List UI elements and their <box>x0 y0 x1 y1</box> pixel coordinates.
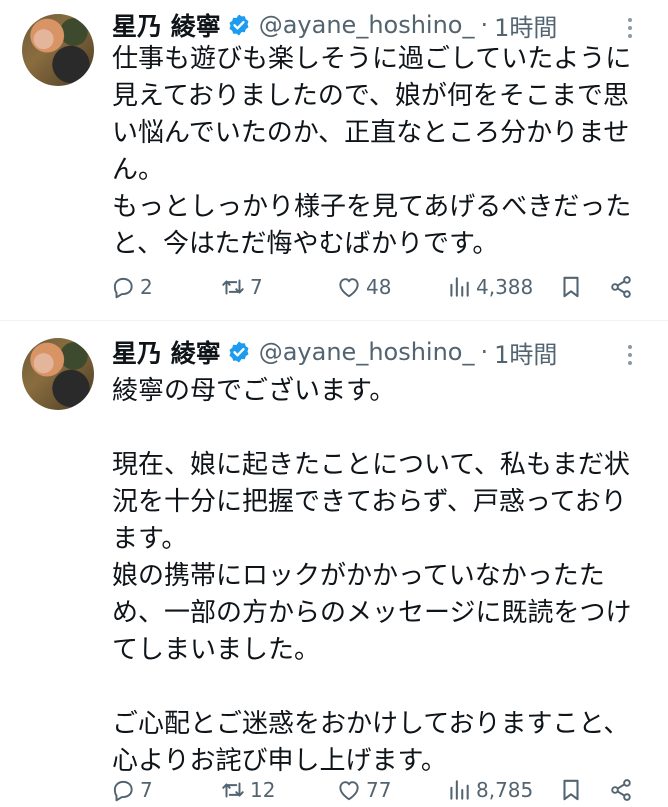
author-name[interactable]: 星乃 綾寧 <box>112 7 221 43</box>
separator-dot: · <box>480 11 489 39</box>
like-count: 77 <box>366 778 392 802</box>
repost-icon <box>222 782 244 798</box>
bookmark-icon <box>563 779 579 801</box>
tweet-line: ご心配とご迷惑をおかけしておりますこと、 <box>112 709 630 739</box>
tweet-text: 綾寧の母でございます。 現在、娘に起きたことについて、私もまだ状 況を十分に把握… <box>112 373 647 780</box>
share-icon <box>611 779 631 801</box>
repost-button[interactable]: 7 <box>220 271 263 303</box>
bookmark-icon <box>563 276 579 298</box>
tweet-line: 綾寧の母でございます。 <box>112 376 396 406</box>
like-count: 48 <box>366 275 392 299</box>
reply-icon <box>113 277 133 299</box>
tweet-line: 現在、娘に起きたことについて、私もまだ状 <box>112 450 630 480</box>
tweet-line: ます。 <box>112 524 188 554</box>
tweet-line: い悩んでいたのか、正直なところ分かりませ <box>112 118 630 148</box>
bookmark-button[interactable] <box>558 774 584 806</box>
like-button[interactable]: 77 <box>336 774 391 806</box>
like-icon <box>339 278 359 298</box>
repost-count: 7 <box>250 275 263 299</box>
verified-badge-icon <box>229 341 249 363</box>
tweet-header: 星乃 綾寧 @ayane_hoshino_ · 1時間 <box>112 8 557 42</box>
verified-badge-icon <box>229 14 249 36</box>
views-count: 4,388 <box>476 275 534 299</box>
views-button[interactable]: 8,785 <box>446 774 533 806</box>
like-button[interactable]: 48 <box>336 271 391 303</box>
bookmark-button[interactable] <box>558 271 584 303</box>
tweet-text: 仕事も遊びも楽しそうに過ごしていたように 見えておりましたので、娘が何をそこまで… <box>112 41 647 263</box>
repost-count: 12 <box>250 778 276 802</box>
more-icon[interactable] <box>618 343 642 367</box>
separator-dot: · <box>480 338 489 366</box>
author-handle[interactable]: @ayane_hoshino_ <box>259 338 475 366</box>
reply-count: 7 <box>140 778 153 802</box>
avatar[interactable] <box>22 338 94 410</box>
timestamp[interactable]: 1時間 <box>494 335 557 370</box>
tweet-line: ん。 <box>112 155 165 185</box>
like-icon <box>339 781 359 801</box>
share-button[interactable] <box>608 774 634 806</box>
reply-count: 2 <box>140 275 153 299</box>
more-icon[interactable] <box>618 16 642 40</box>
reply-button[interactable]: 2 <box>110 271 153 303</box>
views-icon <box>450 277 469 297</box>
tweet-line: と、今はただ悔やむばかりです。 <box>112 229 499 259</box>
tweet-line: め、一部の方からのメッセージに既読をつけ <box>112 598 632 628</box>
reply-button[interactable]: 7 <box>110 774 153 806</box>
tweet-line: 仕事も遊びも楽しそうに過ごしていたように <box>112 44 632 74</box>
action-bar: 7 12 77 8,785 <box>110 774 640 806</box>
tweet[interactable]: 星乃 綾寧 @ayane_hoshino_ · 1時間 仕事も遊びも楽しそうに過… <box>0 0 668 320</box>
tweet-line: 娘の携帯にロックがかかっていなかったた <box>112 561 605 591</box>
author-name[interactable]: 星乃 綾寧 <box>112 334 221 370</box>
avatar[interactable] <box>22 14 94 86</box>
tweet-header: 星乃 綾寧 @ayane_hoshino_ · 1時間 <box>112 335 557 369</box>
tweet-line: 況を十分に把握できておらず、戸惑っており <box>112 487 627 517</box>
tweet-line: 見えておりましたので、娘が何をそこまで思 <box>112 81 629 111</box>
tweet-line: もっとしっかり様子を見てあげるべきだった <box>112 192 632 222</box>
views-button[interactable]: 4,388 <box>446 271 533 303</box>
repost-icon <box>222 279 244 295</box>
timestamp[interactable]: 1時間 <box>494 8 557 43</box>
views-count: 8,785 <box>476 778 534 802</box>
author-handle[interactable]: @ayane_hoshino_ <box>259 11 475 39</box>
repost-button[interactable]: 12 <box>220 774 275 806</box>
action-bar: 2 7 48 4,388 <box>110 271 640 303</box>
share-button[interactable] <box>608 271 634 303</box>
reply-icon <box>113 780 133 802</box>
tweet-line: てしまいました。 <box>112 635 321 665</box>
tweet[interactable]: 星乃 綾寧 @ayane_hoshino_ · 1時間 綾寧の母でございます。 … <box>0 320 668 807</box>
views-icon <box>450 780 469 800</box>
share-icon <box>611 276 631 298</box>
